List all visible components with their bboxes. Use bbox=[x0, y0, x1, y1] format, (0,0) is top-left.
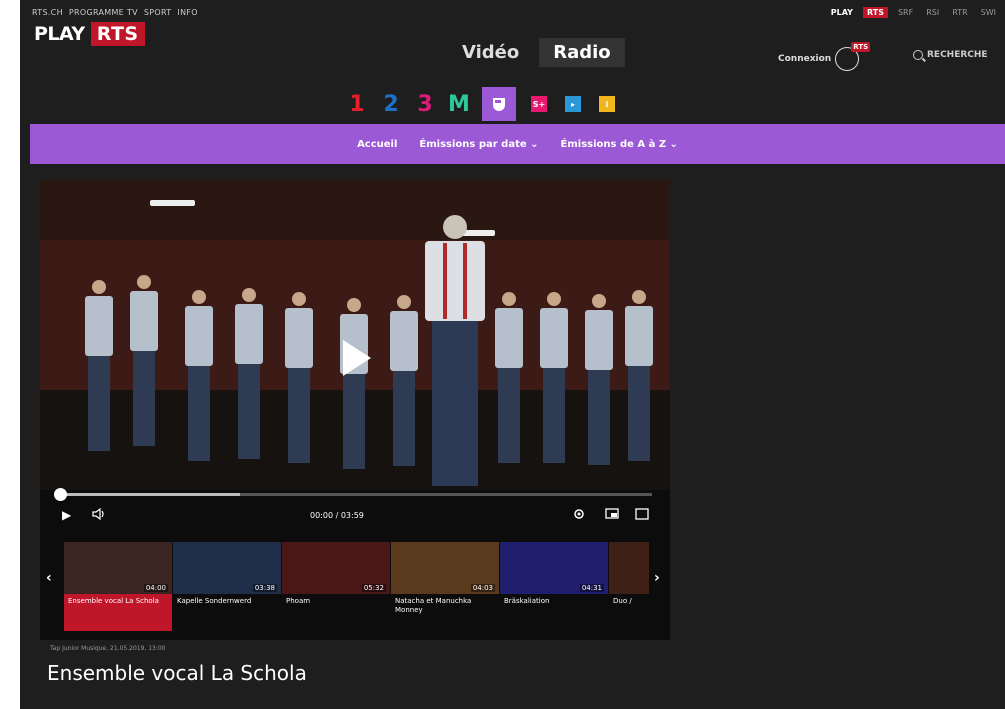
playlist-title: Phoam bbox=[286, 597, 311, 605]
user-badge: RTS bbox=[851, 42, 871, 52]
playlist-title: Bräskaliation bbox=[504, 597, 550, 605]
duration: 03:38 bbox=[252, 584, 277, 592]
settings-gear-icon[interactable] bbox=[573, 508, 585, 523]
playlist-item[interactable]: 03:38 Kapelle Sondernwerd bbox=[173, 542, 281, 630]
playlist-title: Natacha et Manuchka Monney bbox=[395, 597, 472, 614]
thumbnail: 03:38 bbox=[173, 542, 281, 594]
channel-1-icon[interactable]: 1 bbox=[346, 92, 368, 117]
thumbnail: 04:00 bbox=[64, 542, 172, 594]
fullscreen-icon[interactable] bbox=[635, 508, 649, 523]
brand-link-rts[interactable]: RTS bbox=[862, 7, 888, 18]
login-button[interactable]: Connexion RTS bbox=[778, 42, 871, 71]
singer bbox=[130, 275, 158, 455]
tab-video[interactable]: Vidéo bbox=[450, 38, 531, 67]
video-frame[interactable] bbox=[40, 180, 670, 490]
video-meta: Tap Junior Musique, 21.05.2019, 13:00 bbox=[50, 645, 166, 652]
singer bbox=[390, 295, 418, 475]
brand-link-rtr[interactable]: RTR bbox=[949, 7, 970, 18]
play-icon[interactable]: ▶ bbox=[62, 508, 71, 522]
brand-link-play[interactable]: PLAY bbox=[828, 7, 856, 18]
playlist-title: Kapelle Sondernwerd bbox=[177, 597, 252, 605]
singer bbox=[625, 290, 653, 470]
channel-2-icon[interactable]: 2 bbox=[380, 92, 402, 117]
progress-handle[interactable] bbox=[54, 488, 67, 501]
duration: 05:32 bbox=[361, 584, 386, 592]
sub-navigation: Accueil Émissions par date ⌄ Émissions d… bbox=[30, 124, 1005, 164]
carousel-next-icon[interactable]: › bbox=[654, 570, 660, 586]
playlist-title: Ensemble vocal La Schola bbox=[64, 594, 172, 631]
channel-bar: 1 2 3 M S+ ▸ i bbox=[346, 87, 618, 121]
top-link[interactable]: PROGRAMME TV bbox=[69, 8, 138, 17]
login-label: Connexion bbox=[778, 54, 832, 64]
conductor bbox=[425, 215, 485, 490]
subnav-a-z[interactable]: Émissions de A à Z ⌄ bbox=[561, 139, 678, 150]
carousel-prev-icon[interactable]: ‹ bbox=[46, 570, 52, 586]
app-window: RTS.CH PROGRAMME TV SPORT INFO PLAY RTS … bbox=[20, 0, 1005, 709]
channel-info-icon[interactable]: i bbox=[599, 96, 615, 112]
video-player: ▶ 00:00 / 03:59 ‹ 04:00 Ensemble vocal L… bbox=[40, 180, 670, 640]
thumbnail: 05:32 bbox=[282, 542, 390, 594]
top-link[interactable]: INFO bbox=[177, 8, 197, 17]
top-links: RTS.CH PROGRAMME TV SPORT INFO bbox=[32, 8, 198, 17]
tab-radio[interactable]: Radio bbox=[539, 38, 625, 67]
singer bbox=[495, 292, 523, 472]
channel-3-icon[interactable]: 3 bbox=[414, 92, 436, 117]
brand-link-rsi[interactable]: RSI bbox=[923, 7, 942, 18]
singer bbox=[235, 288, 263, 468]
play-rts-logo[interactable]: PLAY RTS bbox=[34, 22, 145, 46]
duration: 04:31 bbox=[579, 584, 604, 592]
logo-play: PLAY bbox=[34, 23, 85, 45]
playlist-title: Duo / bbox=[613, 597, 632, 605]
playlist-item[interactable]: Duo / bbox=[609, 542, 649, 630]
channel-kids-icon[interactable] bbox=[482, 87, 516, 121]
singer bbox=[340, 298, 368, 478]
channel-sport-icon[interactable]: S+ bbox=[531, 96, 547, 112]
singer bbox=[585, 294, 613, 474]
user-icon: RTS bbox=[835, 42, 871, 71]
subnav-by-date[interactable]: Émissions par date ⌄ bbox=[419, 139, 538, 150]
thumbnail: 04:31 bbox=[500, 542, 608, 594]
singer bbox=[540, 292, 568, 472]
channel-tv-icon[interactable]: ▸ bbox=[565, 96, 581, 112]
video-title: Ensemble vocal La Schola bbox=[47, 661, 307, 685]
subnav-home[interactable]: Accueil bbox=[357, 139, 397, 150]
cast-icon[interactable] bbox=[605, 508, 619, 523]
media-tabs: Vidéo Radio bbox=[450, 38, 625, 67]
singer bbox=[185, 290, 213, 470]
stage-light bbox=[150, 200, 195, 206]
volume-icon[interactable] bbox=[92, 507, 106, 523]
brand-links: PLAY RTS SRF RSI RTR SWI bbox=[828, 7, 999, 18]
search-label: RECHERCHE bbox=[927, 50, 988, 60]
singer bbox=[85, 280, 113, 460]
duration: 04:03 bbox=[470, 584, 495, 592]
playlist-carousel: ‹ 04:00 Ensemble vocal La Schola 03:38 K… bbox=[40, 536, 670, 636]
search-icon bbox=[913, 50, 923, 60]
singer bbox=[285, 292, 313, 472]
search-button[interactable]: RECHERCHE bbox=[913, 50, 988, 60]
top-link[interactable]: RTS.CH bbox=[32, 8, 63, 17]
playlist-item[interactable]: 04:03 Natacha et Manuchka Monney bbox=[391, 542, 499, 630]
play-overlay-icon[interactable] bbox=[343, 340, 371, 376]
playlist-item[interactable]: 05:32 Phoam bbox=[282, 542, 390, 630]
thumbnail: 04:03 bbox=[391, 542, 499, 594]
top-link[interactable]: SPORT bbox=[144, 8, 172, 17]
thumbnail bbox=[609, 542, 649, 594]
progress-bar[interactable] bbox=[54, 488, 652, 501]
brand-link-swi[interactable]: SWI bbox=[978, 7, 999, 18]
progress-buffer bbox=[60, 493, 240, 496]
duration: 04:00 bbox=[143, 584, 168, 592]
brand-link-srf[interactable]: SRF bbox=[895, 7, 916, 18]
playlist-item[interactable]: 04:31 Bräskaliation bbox=[500, 542, 608, 630]
playlist-item[interactable]: 04:00 Ensemble vocal La Schola bbox=[64, 542, 172, 631]
logo-rts: RTS bbox=[90, 22, 145, 46]
time-display: 00:00 / 03:59 bbox=[310, 511, 364, 520]
channel-m-icon[interactable]: M bbox=[448, 92, 470, 117]
